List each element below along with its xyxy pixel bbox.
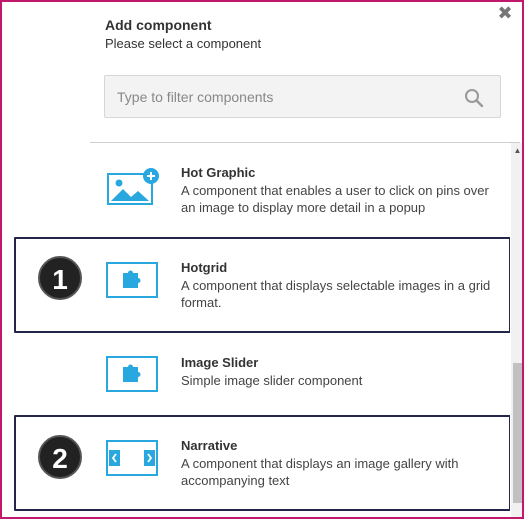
search-input[interactable]: [105, 76, 445, 117]
scrollbar[interactable]: ▲: [511, 143, 522, 517]
search-icon[interactable]: [464, 88, 484, 108]
dialog-subtitle: Please select a component: [105, 36, 262, 51]
component-list: Hot Graphic A component that enables a u…: [2, 143, 510, 517]
component-description: A component that enables a user to click…: [181, 183, 489, 215]
image-plus-icon: [107, 168, 159, 205]
step-badge-2: 2: [38, 435, 82, 479]
component-description: A component that displays selectable ima…: [181, 278, 491, 310]
component-title: Hot Graphic: [181, 165, 256, 180]
component-item-image-slider[interactable]: Image Slider Simple image slider compone…: [2, 338, 510, 413]
add-component-dialog: ✖ Add component Please select a componen…: [0, 0, 524, 519]
search-box: [104, 75, 501, 118]
puzzle-icon: [106, 262, 158, 298]
component-title: Image Slider: [181, 355, 259, 370]
component-description: Simple image slider component: [181, 373, 363, 388]
dialog-header: Add component Please select a component: [105, 17, 261, 51]
dialog-title: Add component: [105, 17, 212, 33]
close-icon[interactable]: ✖: [496, 4, 514, 24]
component-title: Narrative: [181, 438, 238, 453]
puzzle-icon: [106, 356, 158, 392]
component-item-hot-graphic[interactable]: Hot Graphic A component that enables a u…: [2, 143, 510, 231]
slider-arrows-icon: [106, 440, 158, 476]
scroll-up-arrow-icon[interactable]: ▲: [511, 145, 522, 157]
scrollbar-thumb[interactable]: [513, 363, 522, 503]
component-title: Hotgrid: [181, 260, 228, 275]
step-badge-1: 1: [38, 256, 82, 300]
component-description: A component that displays an image galle…: [181, 456, 459, 488]
